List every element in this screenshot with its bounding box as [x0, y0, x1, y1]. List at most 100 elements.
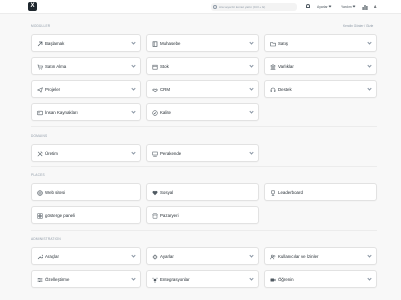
card-ayarlar[interactable]: Ayarlar [146, 247, 259, 265]
card-kullanicilar[interactable]: Kullanıcılar ve İzinler [264, 247, 377, 265]
headset-icon [270, 87, 276, 92]
card-insan-kaynaklari[interactable]: İnsan Kaynakları [31, 103, 141, 121]
chevron-down-icon[interactable] [249, 109, 254, 114]
card-label: gösterge paneli [45, 213, 76, 218]
card-pazaryeri[interactable]: Pazaryeri [146, 206, 259, 224]
heart-icon [152, 190, 158, 196]
card-label: İnsan Kaynakları [45, 110, 78, 115]
card-label: Muhasebe [160, 41, 181, 46]
chevron-down-icon[interactable] [367, 86, 372, 91]
gear-icon [152, 254, 158, 260]
app-logo[interactable]: X [28, 2, 37, 11]
chevron-down-icon[interactable] [249, 40, 254, 45]
section-divider [31, 126, 377, 127]
card-label: Destek [278, 87, 292, 92]
card-web-sitesi[interactable]: Web sitesi [31, 183, 141, 201]
paper-plane-icon [37, 87, 43, 93]
chevron-down-icon[interactable] [131, 40, 136, 45]
card-araclar[interactable]: Araçlar [31, 247, 141, 265]
card-sosyal[interactable]: Sosyal [146, 183, 259, 201]
avatar[interactable]: A [374, 3, 376, 11]
chevron-down-icon[interactable] [367, 40, 372, 45]
chevron-down-icon[interactable] [249, 63, 254, 68]
card-uretim[interactable]: Üretim [31, 144, 141, 162]
box-icon [152, 64, 158, 70]
card-projeler[interactable]: Projeler [31, 80, 141, 98]
card-label: Araçlar [45, 254, 59, 259]
card-gosterge-paneli[interactable]: gösterge paneli [31, 206, 141, 224]
card-label: Satın Alma [45, 64, 67, 69]
card-satis[interactable]: Satış [264, 34, 377, 52]
card-destek[interactable]: Destek [264, 80, 377, 98]
card-label: Pazaryeri [160, 213, 179, 218]
dashboard-icon [37, 213, 43, 219]
card-kalite[interactable]: Kalite [146, 103, 259, 121]
section-title-places: PLACES [31, 173, 45, 177]
card-baslamak[interactable]: Başlamak [31, 34, 141, 52]
sliders-icon [37, 277, 43, 283]
search-input[interactable]: Ara veya bir komut yazın (Ctrl + G) [211, 3, 297, 11]
card-label: Kullanıcılar ve İzinler [278, 254, 319, 259]
chart-icon[interactable] [362, 3, 368, 11]
card-ozellestirme[interactable]: Özelleştirme [31, 270, 141, 288]
integration-icon [152, 277, 158, 283]
chevron-down-icon [328, 4, 332, 8]
card-perakende[interactable]: Perakende [146, 144, 259, 162]
chevron-down-icon[interactable] [131, 150, 136, 155]
folder-icon [270, 42, 276, 47]
pos-icon [152, 151, 158, 157]
card-label: Ayarlar [160, 254, 174, 259]
card-label: Özelleştirme [45, 277, 70, 282]
settings-dropdown[interactable]: Ayarlar [317, 3, 332, 11]
chevron-down-icon[interactable] [131, 253, 136, 258]
chevron-down-icon[interactable] [131, 109, 136, 114]
notification-bell-icon[interactable] [306, 4, 310, 8]
chevron-down-icon[interactable] [131, 63, 136, 68]
help-dropdown[interactable]: Yardım [341, 3, 356, 11]
card-muhasebe[interactable]: Muhasebe [146, 34, 259, 52]
card-stok[interactable]: Stok [146, 57, 259, 75]
card-label: Projeler [45, 87, 61, 92]
handshake-icon [152, 88, 158, 93]
card-label: CRM [160, 87, 170, 92]
card-label: Sosyal [160, 190, 174, 195]
card-crm[interactable]: CRM [146, 80, 259, 98]
help-menu-label: Yardım [341, 5, 352, 9]
cart-icon [37, 64, 43, 70]
settings-menu-label: Ayarlar [317, 5, 328, 9]
card-label: Üretim [45, 151, 58, 156]
chevron-down-icon[interactable] [249, 253, 254, 258]
card-label: Web sitesi [45, 190, 66, 195]
chevron-down-icon[interactable] [367, 253, 372, 258]
show-hide-link[interactable]: Kendin Göster / Gizle [343, 24, 373, 28]
section-divider [31, 166, 377, 167]
building-icon [270, 64, 276, 70]
chevron-down-icon[interactable] [249, 276, 254, 281]
search-icon [213, 5, 217, 9]
card-ogrenin[interactable]: Öğrenin [264, 270, 377, 288]
chevron-down-icon[interactable] [367, 63, 372, 68]
card-label: Leaderboard [278, 190, 303, 195]
card-label: Satış [278, 41, 289, 46]
card-varliklar[interactable]: Varlıklar [264, 57, 377, 75]
store-icon [152, 213, 158, 219]
chevron-down-icon[interactable] [131, 86, 136, 91]
users-icon [270, 254, 276, 260]
chevron-down-icon[interactable] [367, 276, 372, 281]
book-icon [152, 41, 158, 47]
chevron-down-icon[interactable] [249, 150, 254, 155]
card-label: Perakende [160, 151, 182, 156]
card-label: Başlamak [45, 41, 65, 46]
card-entegrasyonlar[interactable]: Entegrasyonlar [146, 270, 259, 288]
wrench-icon [37, 254, 43, 260]
section-title-administration: ADMINISTRATION [31, 237, 61, 241]
chevron-down-icon[interactable] [249, 86, 254, 91]
tools-icon [37, 151, 43, 157]
chevron-down-icon[interactable] [131, 276, 136, 281]
rocket-icon [37, 41, 43, 47]
card-leaderboard[interactable]: Leaderboard [264, 183, 377, 201]
card-label: Kalite [160, 110, 171, 115]
trophy-icon [271, 190, 275, 196]
card-satin-alma[interactable]: Satın Alma [31, 57, 141, 75]
card-label: Stok [160, 64, 169, 69]
